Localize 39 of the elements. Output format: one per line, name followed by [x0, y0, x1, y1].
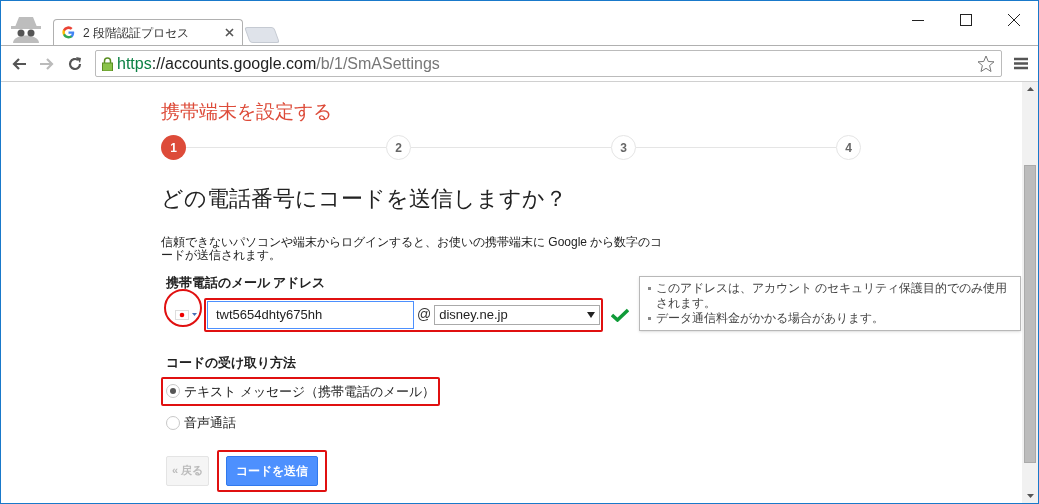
question-heading: どの電話番号にコードを送信しますか？	[161, 185, 568, 213]
method-section-label: コードの受け取り方法	[166, 354, 296, 372]
radio-option[interactable]: 音声通話	[166, 413, 236, 433]
japan-flag-icon	[175, 309, 189, 320]
step-indicator: 1	[161, 135, 186, 160]
annotation-circle-overlay	[164, 288, 202, 327]
description-text: 信頼できないパソコンや端末からログインすると、お使いの携帯端末に Google から数字のコードが送信されます。	[161, 236, 664, 262]
dropdown-caret-icon	[587, 311, 596, 318]
caret-icon	[192, 312, 197, 317]
bullet-icon	[648, 286, 651, 290]
page-title: 携帯端末を設定する	[161, 100, 333, 124]
reload-icon[interactable]	[67, 55, 83, 72]
scroll-up-icon[interactable]	[1026, 87, 1034, 91]
step-indicator: 3	[611, 135, 636, 160]
step-indicator: 4	[836, 135, 861, 160]
padlock-icon	[102, 56, 113, 71]
bullet-icon	[648, 316, 651, 320]
back-arrow-icon[interactable]	[11, 56, 27, 71]
radio-button[interactable]	[166, 384, 180, 399]
at-sign: @	[417, 305, 432, 325]
scroll-down-icon[interactable]	[1026, 494, 1034, 498]
radio-button[interactable]	[166, 415, 180, 430]
close-icon[interactable]	[1008, 14, 1020, 26]
step-indicator: 2	[386, 135, 411, 160]
close-icon[interactable]	[225, 28, 234, 37]
browser-tab[interactable]: 2 段階認証プロセス	[53, 19, 243, 45]
tooltip-text: データ通信料金がかかる場合があります。	[656, 310, 884, 326]
tooltip-text: このアドレスは、アカウント のセキュリティ保護目的でのみ使用されます。	[656, 280, 1009, 311]
email-field-label: 携帯電話のメール アドレス	[166, 275, 326, 292]
scrollbar-thumb[interactable]	[1024, 165, 1036, 463]
address-bar[interactable]: https://accounts.google.com/b/1/SmASettings	[95, 50, 1002, 77]
email-domain-select[interactable]: disney.ne.jp	[434, 304, 601, 325]
maximize-icon[interactable]	[960, 14, 972, 26]
email-user-field[interactable]: twt5654dhty675hh	[207, 300, 414, 329]
google-g-icon	[62, 26, 75, 39]
menu-icon[interactable]	[1014, 57, 1028, 70]
incognito-icon	[9, 15, 43, 43]
star-icon[interactable]	[977, 54, 995, 73]
tab-title: 2 段階認証プロセス	[83, 24, 190, 42]
